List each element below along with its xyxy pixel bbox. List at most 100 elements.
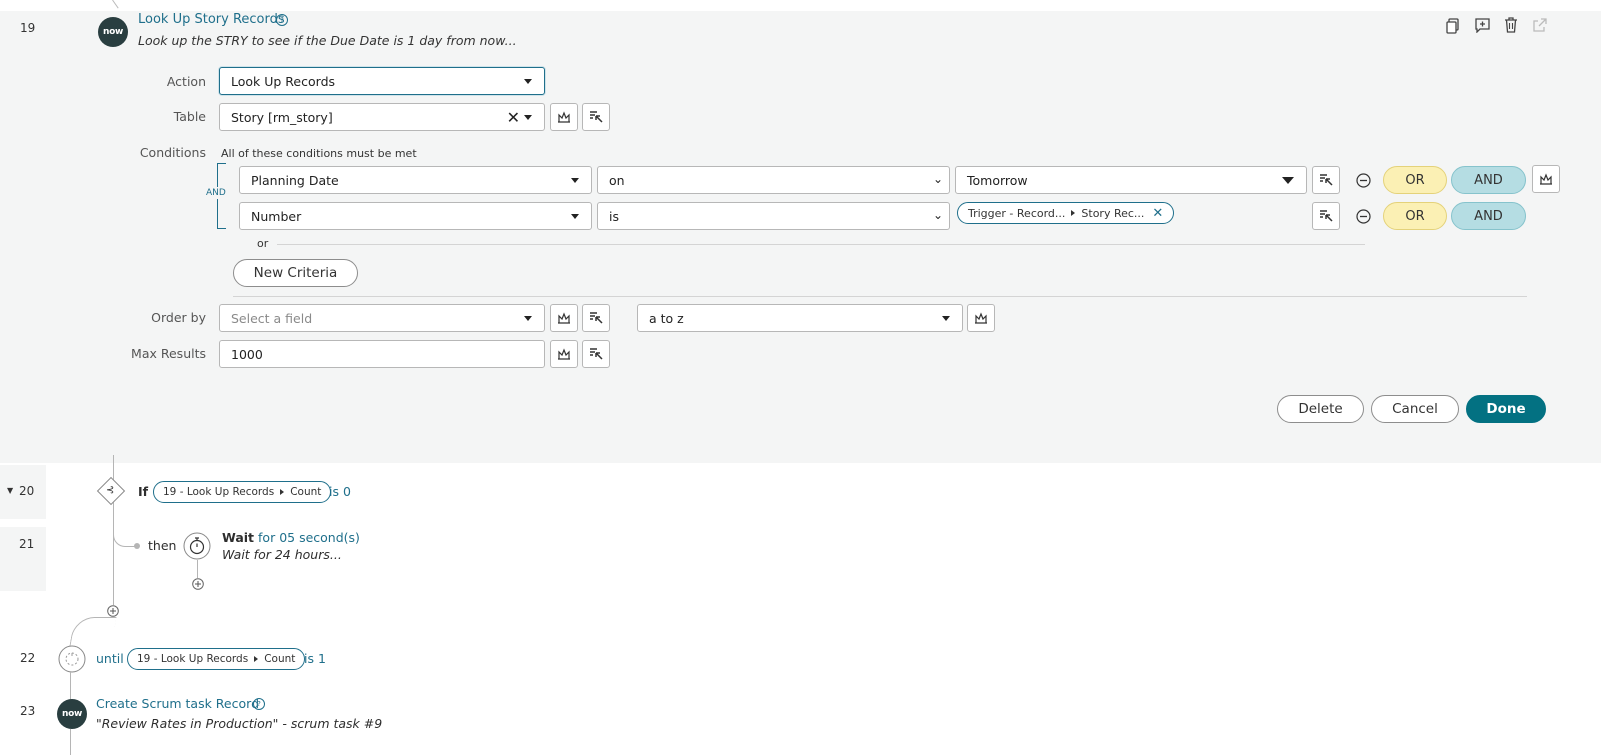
or-button[interactable]: OR <box>1383 166 1447 194</box>
chevron-down-icon <box>571 214 579 219</box>
action-select[interactable]: Look Up Records <box>219 67 545 95</box>
flow-connector <box>70 729 71 755</box>
add-step-icon[interactable] <box>192 578 204 594</box>
data-pill-icon <box>558 348 570 360</box>
delete-button[interactable]: Delete <box>1277 395 1364 423</box>
script-toggle-button[interactable] <box>1312 202 1340 230</box>
step-number: 23 <box>20 704 36 718</box>
data-pill-picker-button[interactable] <box>550 304 578 332</box>
step-number: 19 <box>20 21 36 35</box>
step-title[interactable]: Create Scrum task Record <box>96 696 259 711</box>
action-label: Action <box>166 74 206 89</box>
data-pill-icon <box>1540 173 1552 185</box>
script-toggle-button[interactable] <box>1312 166 1340 194</box>
condition-operator-select[interactable]: is ⌄ <box>597 202 950 230</box>
chevron-down-icon: ⌄ <box>932 208 943 222</box>
copy-icon[interactable] <box>1446 18 1460 38</box>
caret-right-icon <box>280 489 285 495</box>
chevron-down-icon <box>571 178 579 183</box>
condition-value-select[interactable]: Tomorrow <box>955 166 1307 194</box>
script-icon <box>590 312 603 324</box>
caret-right-icon <box>1071 210 1076 216</box>
remove-condition-icon[interactable] <box>1356 173 1371 192</box>
or-divider <box>277 244 1365 245</box>
orderby-field-select[interactable]: Select a field <box>219 304 545 332</box>
now-logo-icon: now <box>57 699 87 729</box>
conditions-label: Conditions <box>139 145 206 160</box>
data-pill-icon <box>558 312 570 324</box>
clear-icon[interactable]: ✕ <box>507 108 520 127</box>
add-comment-icon[interactable] <box>1475 18 1490 37</box>
then-label: then <box>148 538 177 553</box>
caret-right-icon <box>254 656 259 662</box>
or-button[interactable]: OR <box>1383 202 1447 230</box>
script-toggle-button[interactable] <box>582 340 610 368</box>
step-description: "Review Rates in Production" - scrum tas… <box>96 716 383 731</box>
script-icon <box>590 348 603 360</box>
if-keyword: If <box>138 484 149 499</box>
loop-icon <box>58 645 86 677</box>
delete-icon[interactable] <box>1504 17 1518 37</box>
step-number: 22 <box>20 651 36 665</box>
open-external-icon[interactable] <box>1533 18 1547 36</box>
script-toggle-button[interactable] <box>582 103 610 131</box>
close-icon[interactable]: ✕ <box>1152 206 1163 221</box>
action-value: Look Up Records <box>231 73 336 89</box>
step-number: 21 <box>19 537 35 551</box>
maxresults-input[interactable]: 1000 <box>219 340 545 368</box>
condition-operator-select[interactable]: on ⌄ <box>597 166 950 194</box>
script-icon <box>590 111 603 123</box>
collapse-icon[interactable]: ▼ <box>7 486 13 495</box>
condition-field-select[interactable]: Number <box>239 202 592 230</box>
table-value: Story [rm_story] <box>231 109 333 125</box>
condition-data-pill[interactable]: 19 - Look Up Records Count <box>127 648 306 670</box>
data-pill-picker-button[interactable] <box>967 304 995 332</box>
script-toggle-button[interactable] <box>582 304 610 332</box>
flow-connector <box>197 560 198 578</box>
table-select[interactable]: Story [rm_story] ✕ <box>219 103 545 131</box>
step-description: Wait for 24 hours... <box>222 547 342 562</box>
step-title[interactable]: Wait for 05 second(s) <box>222 530 360 545</box>
conditions-hint: All of these conditions must be met <box>221 147 417 160</box>
cancel-button[interactable]: Cancel <box>1371 395 1459 423</box>
flow-node-dot <box>134 543 140 549</box>
chevron-down-icon <box>524 316 532 321</box>
condition-field-select[interactable]: Planning Date <box>239 166 592 194</box>
and-button[interactable]: AND <box>1451 202 1526 230</box>
orderby-direction-select[interactable]: a to z <box>637 304 963 332</box>
remove-condition-icon[interactable] <box>1356 209 1371 228</box>
orderby-label: Order by <box>151 310 206 325</box>
table-label: Table <box>173 109 206 124</box>
script-icon <box>1320 210 1333 222</box>
chevron-down-icon <box>942 316 950 321</box>
data-pill-picker-button[interactable] <box>1532 165 1560 193</box>
or-separator-label: or <box>257 237 269 250</box>
flow-connector <box>70 672 71 702</box>
step-description: Look up the STRY to see if the Due Date … <box>138 33 517 48</box>
chevron-down-icon: ⌄ <box>932 172 943 186</box>
section-divider <box>233 296 1527 297</box>
condition-value-data-pill[interactable]: Trigger - Record... Story Rec... ✕ <box>957 202 1175 224</box>
until-condition-suffix: is 1 <box>304 651 326 666</box>
flow-connector <box>112 0 119 9</box>
chevron-down-icon <box>524 79 532 84</box>
maxresults-label: Max Results <box>131 346 206 361</box>
help-icon[interactable]: ? <box>253 698 265 710</box>
help-icon[interactable]: ? <box>276 14 288 26</box>
chevron-down-icon <box>524 115 532 120</box>
data-pill-icon <box>558 111 570 123</box>
until-keyword: until <box>96 651 124 666</box>
and-button[interactable]: AND <box>1451 166 1526 194</box>
data-pill-picker-button[interactable] <box>550 103 578 131</box>
new-criteria-button[interactable]: New Criteria <box>233 259 358 287</box>
and-group-label: AND <box>204 187 228 199</box>
condition-data-pill[interactable]: 19 - Look Up Records Count <box>153 481 332 503</box>
script-icon <box>1320 174 1333 186</box>
done-button[interactable]: Done <box>1466 395 1546 423</box>
data-pill-picker-button[interactable] <box>550 340 578 368</box>
step-title[interactable]: Look Up Story Records <box>138 12 285 27</box>
branch-icon: ⊰ <box>106 485 115 496</box>
chevron-down-icon <box>1282 177 1294 184</box>
if-condition-suffix: is 0 <box>329 484 351 499</box>
step-number: 20 <box>19 484 35 498</box>
